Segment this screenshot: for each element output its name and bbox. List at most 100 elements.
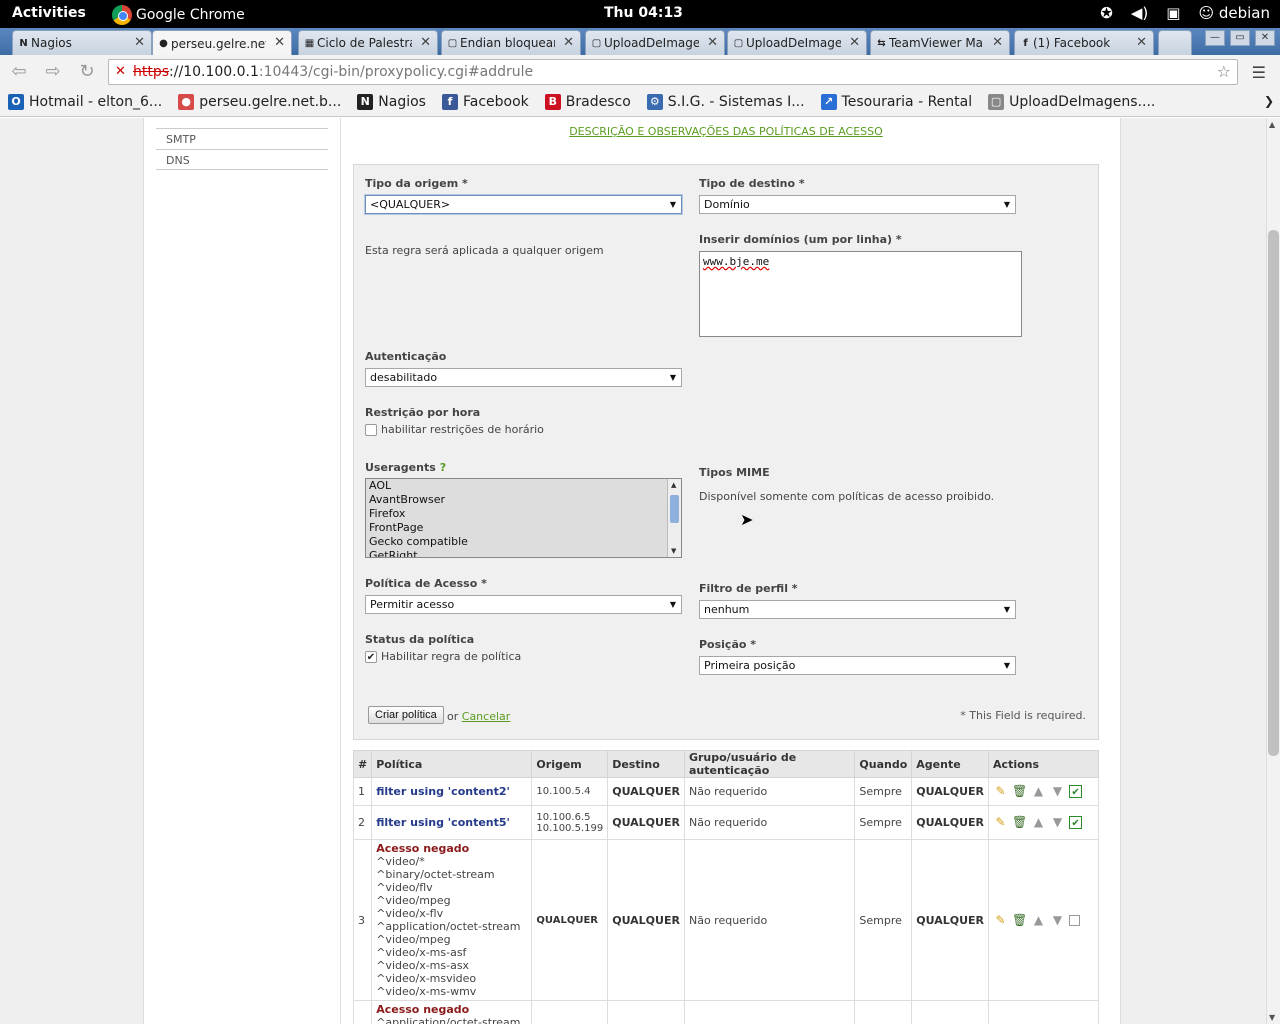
maximize-button[interactable]: ▭ (1230, 30, 1250, 46)
reload-icon[interactable]: ↻ (76, 61, 98, 83)
create-policy-button[interactable]: Criar política (368, 706, 444, 724)
edit-icon[interactable]: ✎ (993, 784, 1008, 799)
tab-6[interactable]: ▢ UploadDeImagen ✕ (727, 30, 867, 55)
bookmark-item[interactable]: ▢ UploadDeImagens.... (988, 94, 1155, 110)
useragent-option[interactable]: GetRight (366, 549, 681, 557)
page-scroll-thumb[interactable] (1268, 230, 1279, 756)
scroll-thumb[interactable] (670, 495, 679, 523)
tab-close-icon[interactable]: ✕ (707, 35, 718, 50)
useragent-option[interactable]: AvantBrowser (366, 493, 681, 507)
tab-4[interactable]: ▢Endian bloqueand ✕ (441, 30, 581, 55)
back-icon[interactable]: ⇦ (8, 61, 30, 83)
tab-close-icon[interactable]: ✕ (420, 35, 431, 50)
address-bar[interactable]: ✕ https://10.100.0.1:10443/cgi-bin/proxy… (108, 59, 1238, 85)
mime-types-label: Tipos MIME (699, 466, 770, 479)
activities-button[interactable]: Activities (12, 5, 86, 21)
delete-icon[interactable]: 🗑 (1012, 815, 1027, 830)
access-policy-select[interactable]: Permitir acesso ▼ (365, 595, 682, 614)
useragents-listbox[interactable]: AOL AvantBrowser Firefox FrontPage Gecko com… (365, 478, 682, 558)
side-menu-smtp[interactable]: SMTP (156, 128, 328, 149)
scroll-up-icon[interactable]: ▲ (1269, 120, 1275, 129)
accessibility-icon[interactable]: ✪ (1100, 4, 1113, 22)
clock[interactable]: Thu 04:13 (604, 5, 683, 21)
user-menu[interactable]: ☺ debian (1198, 4, 1270, 22)
origin-type-select[interactable]: <QUALQUER> ▼ (365, 195, 682, 214)
bookmark-item[interactable]: ● perseu.gelre.net.b... (178, 94, 341, 110)
tab-close-icon[interactable]: ✕ (274, 35, 285, 50)
tab-1[interactable]: N Nagios ✕ (12, 30, 152, 55)
minimize-button[interactable]: — (1205, 30, 1225, 46)
move-up-icon[interactable]: ▲ (1031, 913, 1046, 928)
forward-icon[interactable]: ⇨ (42, 61, 64, 83)
useragent-option[interactable]: Firefox (366, 507, 681, 521)
position-label: Posição * (699, 638, 757, 651)
delete-icon[interactable]: 🗑 (1012, 913, 1027, 928)
column-header: Política (371, 750, 533, 778)
bookmark-item[interactable]: ⚙ S.I.G. - Sistemas I... (646, 94, 805, 110)
tab-close-icon[interactable]: ✕ (849, 35, 860, 50)
policy-name[interactable]: filter using 'content5' (376, 816, 527, 829)
position-select[interactable]: Primeira posição ▼ (699, 656, 1016, 675)
bookmark-item[interactable]: N Nagios (357, 94, 426, 110)
checkbox-checked[interactable]: ✔ (365, 650, 377, 663)
origin-value: 10.100.5.4 (536, 786, 591, 797)
scroll-up-icon[interactable]: ▲ (671, 481, 676, 489)
disabled-checkbox-icon[interactable] (1069, 914, 1081, 926)
chrome-menu-icon[interactable]: ☰ (1252, 63, 1266, 82)
policy-description-link[interactable]: DESCRIÇÃO E OBSERVAÇÕES DAS POLÍTICAS DE… (341, 125, 1111, 138)
page-scrollbar[interactable]: ▲ ▼ (1266, 118, 1280, 1024)
bookmark-star-icon[interactable]: ☆ (1217, 60, 1231, 84)
tab-close-icon[interactable]: ✕ (134, 35, 145, 50)
close-window-button[interactable]: ✕ (1255, 30, 1275, 46)
column-header: Agente (911, 750, 990, 778)
bookmarks-more-icon[interactable]: ❯ (1264, 94, 1274, 108)
enabled-check-icon[interactable]: ✔ (1069, 816, 1083, 829)
scroll-down-icon[interactable]: ▼ (671, 547, 676, 555)
app-menu[interactable]: Google Chrome (112, 5, 245, 25)
column-header: # (352, 750, 373, 778)
tab-3[interactable]: ▦ Ciclo de Palestra ✕ (298, 30, 438, 55)
useragent-option[interactable]: Gecko compatible (366, 535, 681, 549)
edit-icon[interactable]: ✎ (993, 815, 1008, 830)
new-tab-button[interactable] (1158, 30, 1192, 55)
useragent-option[interactable]: FrontPage (366, 521, 681, 535)
side-menu-dns[interactable]: DNS (156, 149, 328, 170)
move-down-icon[interactable]: ▼ (1050, 913, 1065, 928)
tab-close-icon[interactable]: ✕ (563, 35, 574, 50)
policy-name[interactable]: Acesso negado (376, 1003, 527, 1016)
domains-textarea[interactable]: www.bje.me (699, 251, 1022, 337)
policy-name[interactable]: Acesso negado (376, 842, 527, 855)
policy-status-checkbox[interactable]: ✔ Habilitar regra de política (365, 650, 521, 663)
tab-close-icon[interactable]: ✕ (1136, 35, 1147, 50)
bookmark-item[interactable]: O Hotmail - elton_6... (8, 94, 162, 110)
checkbox-box[interactable] (365, 423, 377, 436)
enabled-check-icon[interactable]: ✔ (1069, 785, 1083, 798)
move-up-icon[interactable]: ▲ (1031, 815, 1046, 830)
edit-icon[interactable]: ✎ (993, 913, 1008, 928)
auth-select[interactable]: desabilitado ▼ (365, 368, 682, 387)
move-up-icon[interactable]: ▲ (1031, 784, 1046, 799)
tab-7[interactable]: ⇆ TeamViewer Mar ✕ (870, 30, 1010, 55)
listbox-scrollbar[interactable]: ▲ ▼ (667, 479, 681, 557)
bookmark-item[interactable]: ↗ Tesouraria - Rental (820, 94, 972, 110)
tab-2[interactable]: ● perseu.gelre.net. ✕ (152, 30, 292, 56)
tab-close-icon[interactable]: ✕ (992, 35, 1003, 50)
delete-icon[interactable]: 🗑 (1012, 784, 1027, 799)
tab-8[interactable]: f (1) Facebook ✕ (1014, 30, 1154, 55)
useragent-option[interactable]: AOL (366, 479, 681, 493)
move-down-icon[interactable]: ▼ (1050, 784, 1065, 799)
help-link[interactable]: ? (440, 461, 446, 474)
tab-5[interactable]: ▢ UploadDeImagen ✕ (585, 30, 725, 55)
volume-icon[interactable]: ◀) (1131, 4, 1148, 22)
move-down-icon[interactable]: ▼ (1050, 815, 1065, 830)
scroll-down-icon[interactable]: ▼ (1269, 1013, 1275, 1022)
insecure-lock-icon[interactable]: ✕ (115, 60, 126, 84)
bookmark-item[interactable]: B Bradesco (544, 94, 631, 110)
policy-name[interactable]: filter using 'content2' (376, 785, 527, 798)
network-icon[interactable]: ▣ (1166, 4, 1180, 22)
profile-filter-select[interactable]: nenhum ▼ (699, 600, 1016, 619)
destination-type-select[interactable]: Domínio ▼ (699, 195, 1016, 214)
bookmark-item[interactable]: f Facebook (441, 94, 529, 110)
time-restriction-checkbox[interactable]: habilitar restrições de horário (365, 423, 544, 436)
cancel-link[interactable]: Cancelar (462, 710, 511, 723)
